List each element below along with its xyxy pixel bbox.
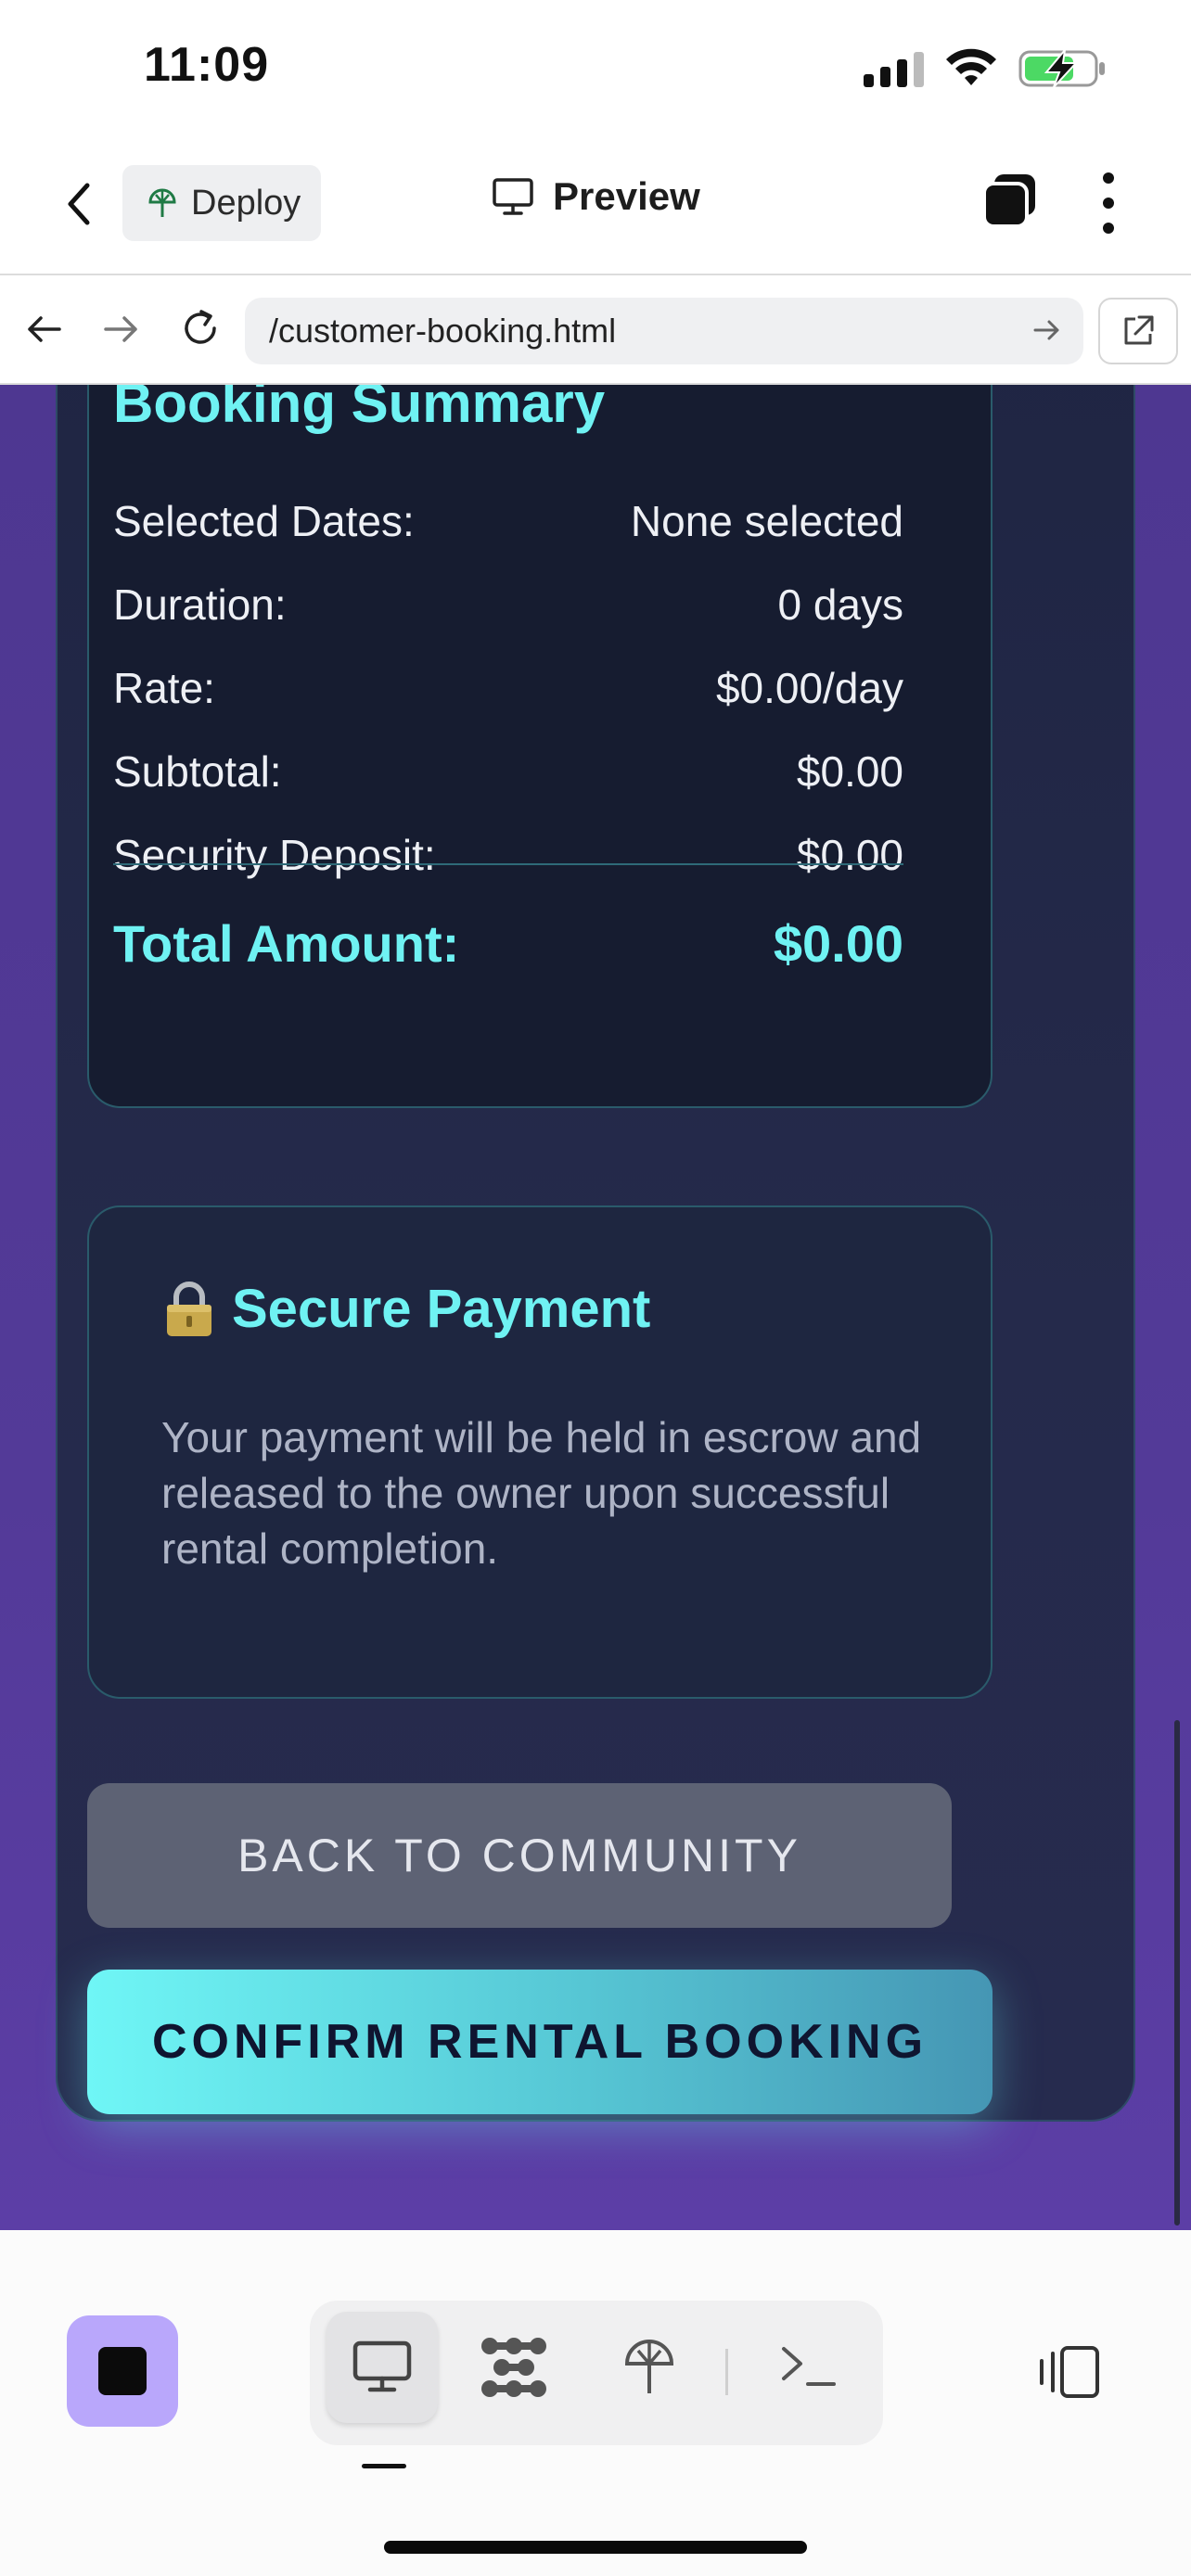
open-external-button[interactable] — [1098, 298, 1178, 364]
url-input[interactable]: /customer-booking.html — [245, 298, 1083, 364]
view-switcher — [310, 2301, 883, 2445]
terminal-icon — [782, 2347, 836, 2386]
summary-divider — [113, 863, 903, 865]
scrollbar[interactable] — [1174, 1720, 1180, 2225]
cellular-signal-icon — [864, 50, 924, 87]
summary-value: $0.00/day — [715, 664, 903, 712]
status-bar: 11:09 — [0, 0, 1191, 139]
back-button[interactable] — [56, 176, 102, 232]
summary-label: Subtotal: — [113, 747, 282, 796]
summary-value: $0.00 — [796, 831, 903, 879]
summary-label: Security Deposit: — [113, 831, 436, 879]
tabs-icon — [982, 174, 1035, 228]
battery-charging-icon — [1018, 48, 1105, 88]
summary-row-dates: Selected Dates: None selected — [113, 496, 903, 546]
separator — [725, 2349, 728, 2395]
arrow-right-icon — [104, 316, 137, 342]
total-value: $0.00 — [773, 914, 903, 973]
tab-preview[interactable] — [327, 2312, 438, 2423]
wifi-icon — [946, 48, 996, 85]
grid-blobs-icon — [481, 2338, 546, 2397]
reload-icon — [185, 310, 216, 344]
tab-terminal[interactable] — [753, 2312, 864, 2423]
browser-back-button[interactable] — [19, 303, 70, 355]
web-content: Booking Summary Selected Dates: None sel… — [0, 385, 1191, 2230]
stop-button[interactable] — [67, 2315, 178, 2427]
secure-payment-title: Secure Payment — [232, 1279, 651, 1339]
sidebar-toggle-icon — [1040, 2346, 1099, 2398]
deploy-icon — [624, 2340, 674, 2393]
summary-value: $0.00 — [796, 747, 903, 796]
external-link-icon — [1124, 315, 1154, 345]
deploy-icon — [148, 188, 176, 217]
tab-apps[interactable] — [458, 2312, 570, 2423]
summary-row-duration: Duration: 0 days — [113, 580, 903, 630]
summary-row-rate: Rate: $0.00/day — [113, 663, 903, 713]
summary-row-subtotal: Subtotal: $0.00 — [113, 746, 903, 797]
browser-forward-button[interactable] — [95, 303, 147, 355]
panel-toggle-button[interactable] — [1031, 2340, 1106, 2404]
app-header: Deploy Preview — [0, 139, 1191, 274]
summary-value: 0 days — [777, 580, 903, 629]
dot-icon — [1103, 198, 1114, 209]
total-label: Total Amount: — [113, 914, 460, 973]
summary-total-row: Total Amount: $0.00 — [113, 913, 903, 974]
confirm-rental-booking-button[interactable]: CONFIRM RENTAL BOOKING — [87, 1970, 992, 2114]
arrow-left-icon — [28, 316, 61, 342]
summary-label: Selected Dates: — [113, 497, 415, 545]
dot-icon — [1103, 172, 1114, 184]
back-to-community-button[interactable]: BACK TO COMMUNITY — [87, 1783, 952, 1928]
secure-payment-text: Your payment will be held in escrow and … — [161, 1413, 922, 1573]
summary-label: Duration: — [113, 580, 287, 629]
more-options-button[interactable] — [1095, 172, 1122, 234]
preview-label: Preview — [553, 174, 700, 218]
preview-title: Preview — [492, 174, 700, 219]
deploy-label: Deploy — [191, 183, 301, 223]
tabs-button[interactable] — [980, 171, 1041, 232]
status-icons — [864, 48, 1108, 89]
stop-icon — [98, 2347, 147, 2395]
go-arrow-icon[interactable] — [1031, 314, 1063, 346]
bottom-toolbar — [0, 2230, 1191, 2576]
tab-deploy[interactable] — [594, 2312, 705, 2423]
reload-button[interactable] — [174, 303, 226, 355]
monitor-icon — [493, 178, 533, 215]
status-time: 11:09 — [144, 38, 270, 92]
secure-payment-heading: Secure Payment — [163, 1278, 650, 1340]
summary-row-deposit: Security Deposit: $0.00 — [113, 830, 903, 880]
summary-label: Rate: — [113, 664, 215, 712]
dot-icon — [1103, 223, 1114, 234]
monitor-icon — [352, 2340, 412, 2392]
deploy-button[interactable]: Deploy — [122, 165, 321, 241]
secure-payment-card: Secure Payment Your payment will be held… — [87, 1205, 992, 1699]
booking-summary-title: Booking Summary — [113, 385, 606, 434]
active-tab-indicator — [362, 2464, 406, 2468]
summary-value: None selected — [630, 497, 903, 545]
browser-bar: /customer-booking.html — [0, 274, 1191, 385]
chevron-left-icon — [68, 183, 90, 225]
lock-icon — [167, 1281, 211, 1336]
url-text: /customer-booking.html — [269, 312, 617, 350]
home-indicator[interactable] — [384, 2541, 807, 2554]
